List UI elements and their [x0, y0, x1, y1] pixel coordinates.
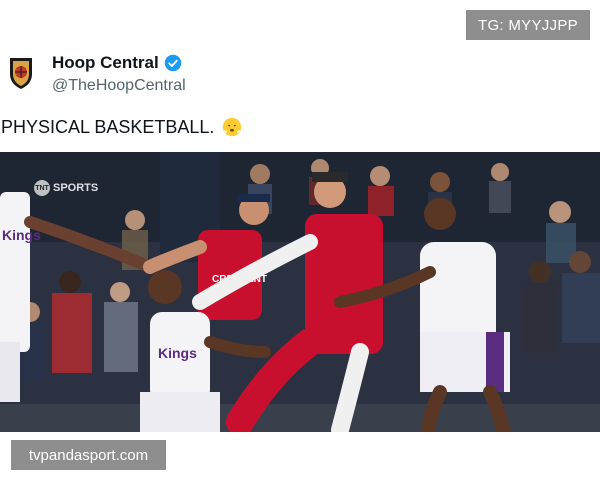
- tnt-logo-icon: TNT: [34, 180, 50, 196]
- face-with-steam-icon: [223, 117, 242, 137]
- account-display-name[interactable]: Hoop Central: [52, 53, 159, 73]
- jersey-text-crouching: Kings: [158, 345, 197, 361]
- network-logo-text: SPORTS: [53, 182, 99, 194]
- basketball-crest-icon: [10, 58, 32, 89]
- telegram-watermark: TG: MYYJJPP: [466, 10, 590, 40]
- verified-badge-icon: [164, 54, 181, 72]
- tweet-text: PHYSICAL BASKETBALL.: [1, 116, 215, 137]
- account-handle[interactable]: @TheHoopCentral: [52, 77, 186, 95]
- network-logo: TNT SPORTS: [34, 180, 98, 196]
- account-avatar[interactable]: [8, 56, 34, 90]
- tweet-text-row: PHYSICAL BASKETBALL.: [1, 116, 243, 138]
- website-watermark: tvpandasport.com: [11, 440, 166, 470]
- video-media[interactable]: Kings CRESCENT Kings TNT SPORTS: [0, 152, 600, 432]
